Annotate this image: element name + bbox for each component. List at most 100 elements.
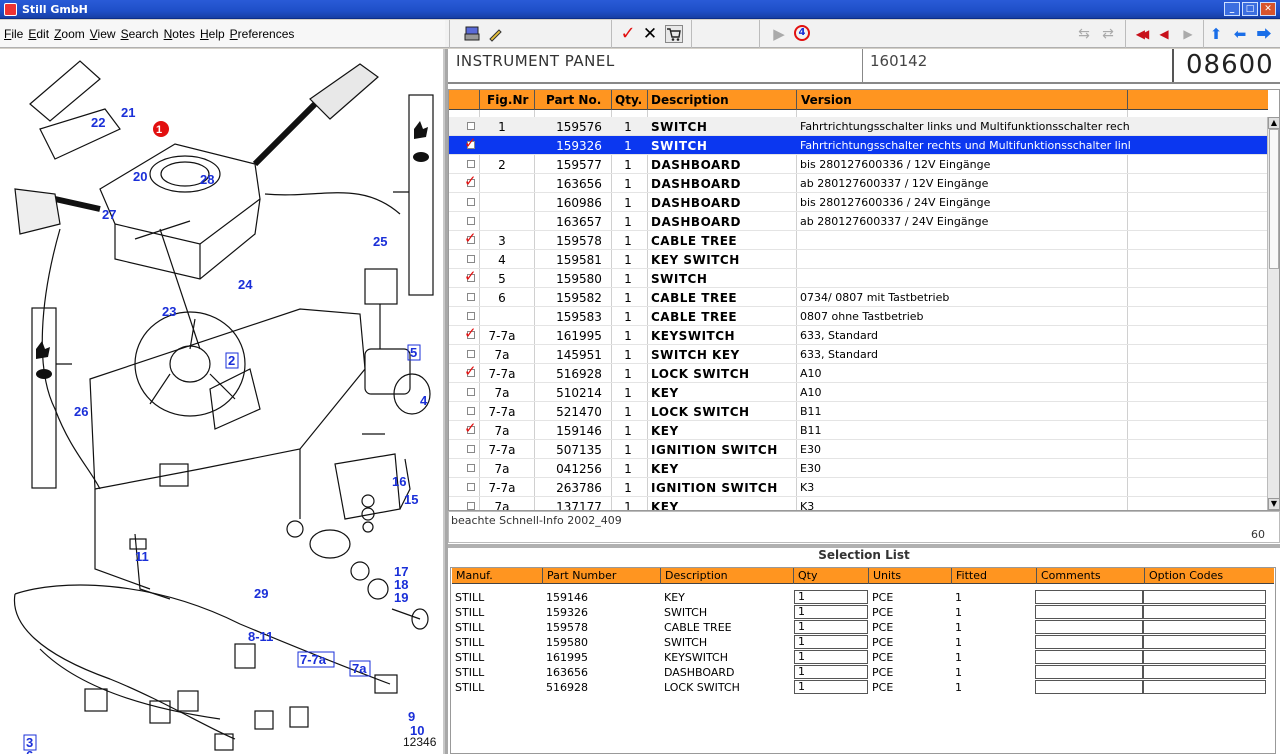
minimize-button[interactable]: _	[1224, 2, 1240, 16]
parts-row[interactable]: ✓ 3 159578 1 CABLE TREE	[449, 231, 1268, 250]
comments-field[interactable]	[1035, 680, 1143, 694]
scroll-thumb[interactable]	[1269, 129, 1279, 269]
maximize-button[interactable]: □	[1242, 2, 1258, 16]
cart-icon[interactable]	[665, 25, 683, 43]
scol-units[interactable]: Units	[873, 569, 901, 582]
callout-27[interactable]: 27	[102, 207, 116, 222]
row-checkbox[interactable]	[463, 498, 479, 510]
scol-desc[interactable]: Description	[665, 569, 728, 582]
callout-5[interactable]: 5	[410, 345, 417, 360]
callout-22[interactable]: 22	[91, 115, 105, 130]
callout-28[interactable]: 28	[200, 172, 214, 187]
callout-7a[interactable]: 7a	[352, 661, 367, 676]
parts-row[interactable]: ✓ 5 159580 1 SWITCH	[449, 269, 1268, 288]
check-icon[interactable]: ✓	[619, 25, 637, 43]
row-checkbox[interactable]	[463, 308, 479, 325]
row-checkbox[interactable]: ✓	[463, 422, 479, 439]
parts-row[interactable]: ✓ 7a 159146 1 KEY B11	[449, 421, 1268, 440]
scroll-down-icon[interactable]: ▼	[1268, 498, 1279, 510]
row-checkbox[interactable]	[463, 479, 479, 496]
qty-field[interactable]: 1	[794, 605, 868, 619]
play-icon[interactable]: ▶	[770, 25, 788, 43]
parts-row[interactable]: 6 159582 1 CABLE TREE 0734/ 0807 mit Tastbet…	[449, 288, 1268, 307]
row-checkbox[interactable]	[463, 346, 479, 363]
option-codes-field[interactable]	[1143, 605, 1266, 619]
callout-15[interactable]: 15	[404, 492, 418, 507]
parts-row[interactable]: 4 159581 1 KEY SWITCH	[449, 250, 1268, 269]
row-checkbox[interactable]: ✓	[463, 365, 479, 382]
callout-23[interactable]: 23	[162, 304, 176, 319]
qty-field[interactable]: 1	[794, 650, 868, 664]
row-checkbox[interactable]: ✓	[463, 270, 479, 287]
qty-field[interactable]: 1	[794, 680, 868, 694]
callout-16[interactable]: 16	[392, 474, 406, 489]
option-codes-field[interactable]	[1143, 620, 1266, 634]
parts-scrollbar[interactable]: ▲ ▼	[1267, 117, 1279, 510]
parts-row[interactable]: 1 159576 1 SWITCH Fahrtrichtungsschalter lin…	[449, 117, 1268, 136]
selection-row[interactable]: STILL 163656 DASHBOARD 1 PCE 1	[451, 665, 1275, 680]
prev-icon[interactable]: ◀	[1155, 25, 1173, 43]
qty-field[interactable]: 1	[794, 590, 868, 604]
row-checkbox[interactable]	[463, 118, 479, 135]
forward-icon[interactable]: ⮕	[1255, 25, 1273, 43]
row-checkbox[interactable]	[463, 403, 479, 420]
copy-icon[interactable]: ⇆	[1075, 25, 1093, 43]
comments-field[interactable]	[1035, 665, 1143, 679]
parts-row[interactable]: ✓ 7-7a 161995 1 KEYSWITCH 633, Standard	[449, 326, 1268, 345]
callout-7-7a[interactable]: 7-7a	[300, 652, 327, 667]
parts-row[interactable]: 7a 137177 1 KEY K3	[449, 497, 1268, 510]
scol-comments[interactable]: Comments	[1041, 569, 1101, 582]
callout-29[interactable]: 29	[254, 586, 268, 601]
scol-qty[interactable]: Qty	[798, 569, 817, 582]
row-checkbox[interactable]	[463, 251, 479, 268]
parts-row[interactable]: ✓ 7-7a 516928 1 LOCK SWITCH A10	[449, 364, 1268, 383]
menu-item-preferences[interactable]: Preferences	[230, 27, 295, 41]
menu-item-help[interactable]: Help	[200, 27, 225, 41]
scol-manuf[interactable]: Manuf.	[456, 569, 493, 582]
col-part[interactable]: Part No.	[546, 93, 601, 107]
row-checkbox[interactable]	[463, 213, 479, 230]
comments-field[interactable]	[1035, 650, 1143, 664]
selection-row[interactable]: STILL 159326 SWITCH 1 PCE 1	[451, 605, 1275, 620]
parts-row[interactable]: 7a 041256 1 KEY E30	[449, 459, 1268, 478]
parts-row[interactable]: ✓ 163656 1 DASHBOARD ab 280127600337 / 12V E…	[449, 174, 1268, 193]
selection-row[interactable]: STILL 159146 KEY 1 PCE 1	[451, 590, 1275, 605]
parts-row[interactable]: 2 159577 1 DASHBOARD bis 280127600336 / 12V …	[449, 155, 1268, 174]
qty-field[interactable]: 1	[794, 620, 868, 634]
close-button[interactable]: ✕	[1260, 2, 1276, 16]
selection-row[interactable]: STILL 516928 LOCK SWITCH 1 PCE 1	[451, 680, 1275, 695]
col-fig[interactable]: Fig.Nr	[487, 93, 528, 107]
parts-row[interactable]: 7-7a 263786 1 IGNITION SWITCH K3	[449, 478, 1268, 497]
parts-row[interactable]: 159583 1 CABLE TREE 0807 ohne Tastbetrieb	[449, 307, 1268, 326]
option-codes-field[interactable]	[1143, 635, 1266, 649]
comments-field[interactable]	[1035, 635, 1143, 649]
delete-icon[interactable]: ✕	[641, 25, 659, 43]
menu-item-view[interactable]: View	[90, 27, 116, 41]
callout-21[interactable]: 21	[121, 105, 135, 120]
col-desc[interactable]: Description	[651, 93, 729, 107]
comments-field[interactable]	[1035, 590, 1143, 604]
row-checkbox[interactable]: ✓	[463, 175, 479, 192]
callout-19[interactable]: 19	[394, 590, 408, 605]
menu-item-notes[interactable]: Notes	[164, 27, 195, 41]
col-qty[interactable]: Qty.	[615, 93, 642, 107]
option-codes-field[interactable]	[1143, 665, 1266, 679]
callout-11[interactable]: 11	[135, 549, 149, 564]
paste-icon[interactable]: ⇄	[1099, 25, 1117, 43]
parts-row[interactable]: 7-7a 521470 1 LOCK SWITCH B11	[449, 402, 1268, 421]
callout-24[interactable]: 24	[238, 277, 253, 292]
callout-25[interactable]: 25	[373, 234, 387, 249]
parts-row[interactable]: 163657 1 DASHBOARD ab 280127600337 / 24V Ei…	[449, 212, 1268, 231]
parts-row[interactable]: ✓ 159326 1 SWITCH Fahrtrichtungsschalter rec…	[449, 136, 1268, 155]
parts-row[interactable]: 7a 510214 1 KEY A10	[449, 383, 1268, 402]
home-icon[interactable]: ⬆	[1207, 25, 1225, 43]
pencil-icon[interactable]	[487, 25, 505, 43]
back-icon[interactable]: ⬅	[1231, 25, 1249, 43]
scol-fitted[interactable]: Fitted	[956, 569, 987, 582]
selection-row[interactable]: STILL 159578 CABLE TREE 1 PCE 1	[451, 620, 1275, 635]
print-icon[interactable]	[463, 25, 481, 43]
scroll-up-icon[interactable]: ▲	[1268, 117, 1279, 129]
parts-row[interactable]: 7a 145951 1 SWITCH KEY 633, Standard	[449, 345, 1268, 364]
row-checkbox[interactable]	[463, 156, 479, 173]
row-checkbox[interactable]	[463, 194, 479, 211]
